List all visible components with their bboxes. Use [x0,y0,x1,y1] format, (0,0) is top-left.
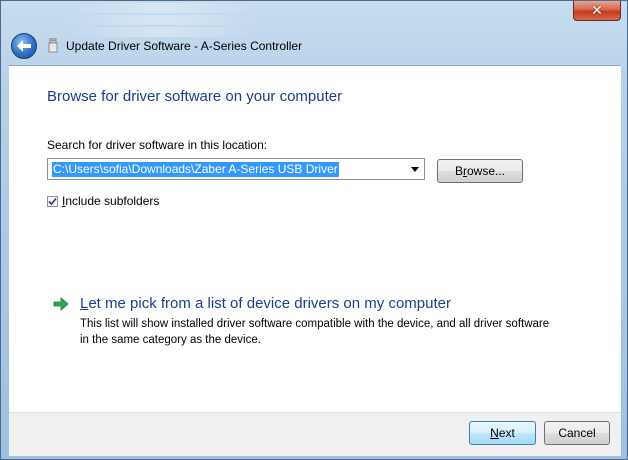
path-combobox[interactable]: C:\Users\sofia\Downloads\Zaber A-Series … [47,158,425,180]
dropdown-arrow-icon[interactable] [408,162,422,176]
include-subfolders-option[interactable]: Include subfolders [47,194,159,208]
cancel-button[interactable]: Cancel [544,421,610,445]
path-input-value[interactable]: C:\Users\sofia\Downloads\Zaber A-Series … [52,162,339,177]
pick-from-list-description: This list will show installed driver sof… [80,318,550,346]
page-heading: Browse for driver software on your compu… [47,88,343,105]
pick-from-list-label[interactable]: Let me pick from a list of device driver… [80,295,451,312]
dialog-footer: Next Cancel [9,412,621,456]
window-title: Update Driver Software - A-Series Contro… [66,39,303,53]
checkmark-icon [48,197,57,205]
browse-label: Browse... [454,164,506,178]
include-subfolders-label: Include subfolders [62,194,160,208]
back-button[interactable] [11,33,37,59]
usb-device-icon [48,38,58,53]
background-window-ghost [41,1,541,37]
next-label: Next [490,426,515,440]
cancel-label: Cancel [558,426,596,440]
close-button[interactable]: ✕ [573,1,621,21]
dialog-content: Browse for driver software on your compu… [9,65,621,413]
dialog-window: ✕ Update Driver Software - A-Series Cont… [0,0,628,460]
browse-button[interactable]: Browse... [437,159,523,183]
next-button[interactable]: Next [469,421,536,445]
close-icon: ✕ [591,2,603,19]
include-subfolders-checkbox[interactable] [47,195,58,207]
green-arrow-icon [53,297,69,311]
search-location-label: Search for driver software in this locat… [47,138,268,152]
back-arrow-icon [17,40,31,52]
